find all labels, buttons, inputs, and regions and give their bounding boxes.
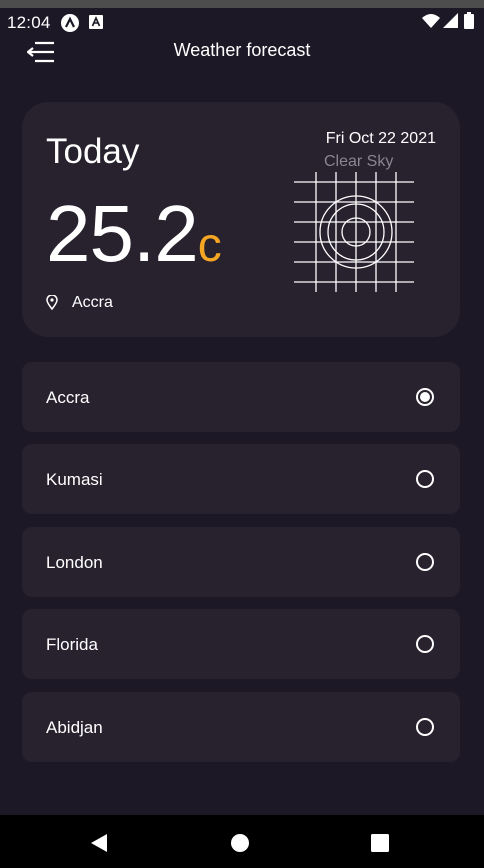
a-logo-icon xyxy=(61,14,79,37)
radio-unselected-icon[interactable] xyxy=(416,635,434,653)
signal-icon xyxy=(443,13,458,33)
radio-unselected-icon[interactable] xyxy=(416,553,434,571)
today-label: Today xyxy=(46,132,140,171)
temperature-readout: 25.2c xyxy=(46,194,222,286)
radio-unselected-icon[interactable] xyxy=(416,470,434,488)
city-name: Accra xyxy=(46,388,90,407)
top-stripe xyxy=(0,0,484,8)
temperature-unit: c xyxy=(197,219,222,272)
a-box-icon xyxy=(89,15,103,34)
city-option-accra[interactable]: Accra xyxy=(22,362,460,432)
weather-card: Today 25.2c Fri Oct 22 2021 Clear Sky Ac… xyxy=(22,102,460,337)
forecast-date: Fri Oct 22 2021 xyxy=(325,130,436,147)
city-name: Florida xyxy=(46,635,98,654)
app-bar: Weather forecast xyxy=(0,36,484,66)
clear-sky-icon xyxy=(294,172,414,297)
city-name: Abidjan xyxy=(46,718,103,737)
city-option-london[interactable]: London xyxy=(22,527,460,597)
location-name: Accra xyxy=(72,294,113,311)
battery-icon xyxy=(464,12,474,34)
status-bar: 12:04 xyxy=(0,8,484,36)
city-option-abidjan[interactable]: Abidjan xyxy=(22,692,460,762)
temperature-value: 25.2 xyxy=(46,189,199,278)
radio-unselected-icon[interactable] xyxy=(416,718,434,736)
system-nav-bar xyxy=(0,815,484,868)
back-icon[interactable] xyxy=(90,833,108,858)
recents-icon[interactable] xyxy=(371,834,389,857)
home-icon[interactable] xyxy=(231,834,249,857)
weather-condition: Clear Sky xyxy=(324,153,394,170)
wifi-icon xyxy=(422,13,440,34)
location-pin-icon xyxy=(46,294,58,315)
radio-selected-icon[interactable] xyxy=(416,388,434,406)
city-option-florida[interactable]: Florida xyxy=(22,609,460,679)
app-title: Weather forecast xyxy=(173,40,311,60)
city-name: Kumasi xyxy=(46,470,103,489)
city-name: London xyxy=(46,553,103,572)
city-option-kumasi[interactable]: Kumasi xyxy=(22,444,460,514)
status-time: 12:04 xyxy=(7,13,51,32)
